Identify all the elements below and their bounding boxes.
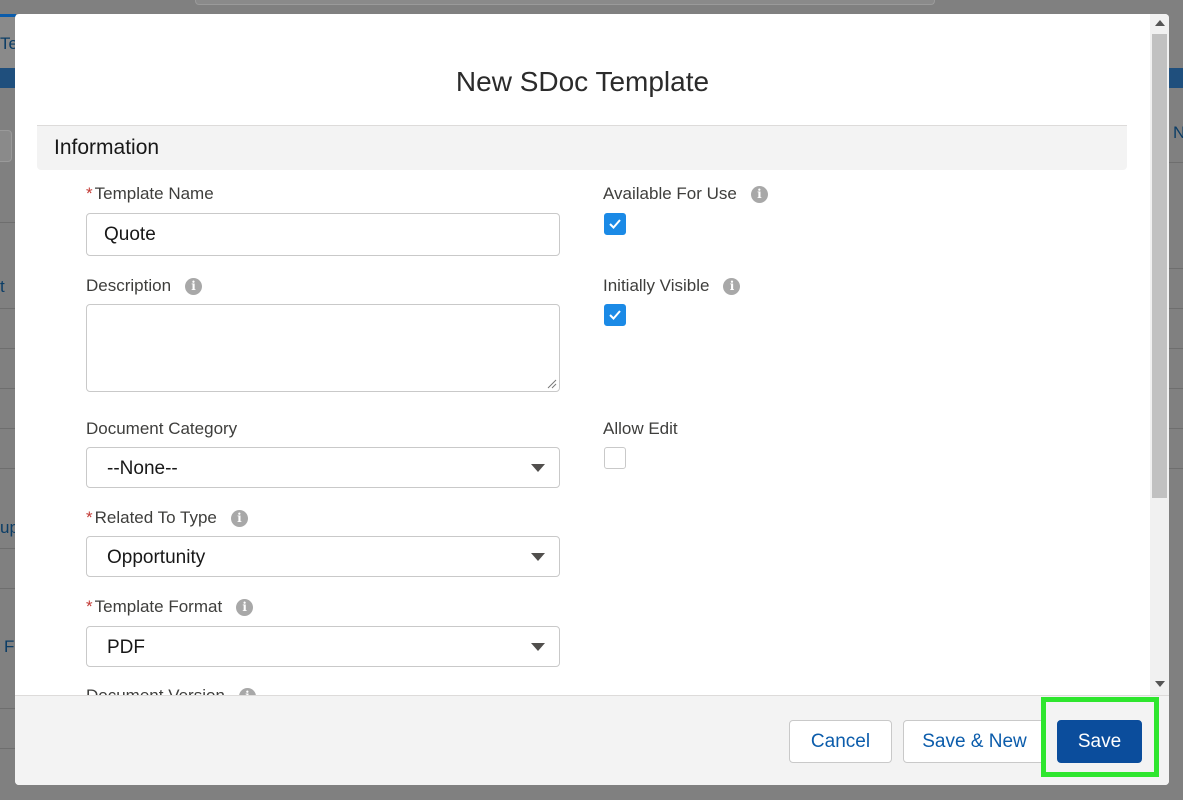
available-for-use-checkbox[interactable] [604,213,626,235]
cancel-button[interactable]: Cancel [789,720,892,763]
save-and-new-button[interactable]: Save & New [903,720,1046,763]
description-label-text: Description [86,276,172,295]
allow-edit-label: Allow Edit [603,419,678,439]
background-row-divider [1169,428,1183,429]
document-version-label: Document Version i [86,686,256,695]
info-icon[interactable]: i [230,510,248,527]
chevron-down-icon [531,464,545,472]
background-header-bar [0,68,16,88]
background-row-divider [0,708,16,709]
background-header-bar-right [1169,68,1183,88]
document-category-label: Document Category [86,419,237,439]
background-row-divider [0,222,16,223]
background-row-divider [1169,268,1183,269]
initially-visible-label: Initially Visible i [603,276,741,296]
template-format-select[interactable]: PDF [86,626,560,667]
scrollbar-thumb[interactable] [1152,34,1167,498]
required-marker: * [86,597,93,616]
required-marker: * [86,184,93,203]
background-row-divider [1169,162,1183,163]
background-row-divider [0,308,16,309]
available-for-use-label: Available For Use i [603,184,768,204]
document-version-label-text: Document Version [86,686,225,695]
allow-edit-label-text: Allow Edit [603,419,678,438]
check-icon [609,310,621,320]
info-icon[interactable]: i [185,278,203,295]
resize-grip-icon[interactable] [547,379,557,389]
modal-body[interactable]: New SDoc Template Information * Template … [15,14,1150,695]
chevron-down-icon [531,643,545,651]
initially-visible-label-text: Initially Visible [603,276,710,295]
related-to-type-select[interactable]: Opportunity [86,536,560,577]
new-sdoc-template-modal: New SDoc Template Information * Template … [15,14,1169,785]
background-row-divider [0,348,16,349]
related-to-type-label: * Related To Type i [86,508,248,528]
modal-title: New SDoc Template [455,66,710,97]
background-search-bar [195,0,935,5]
background-row-divider [0,588,16,589]
description-label: Description i [86,276,203,296]
background-row-divider [1169,348,1183,349]
background-row-divider [1169,468,1183,469]
template-name-input[interactable] [86,213,560,256]
background-link-fragment: t [0,277,5,296]
background-row-divider [0,748,16,749]
document-category-value: --None-- [107,458,178,479]
info-icon[interactable]: i [723,278,741,295]
scroll-up-icon[interactable] [1155,20,1165,26]
section-title: Information [54,136,160,159]
modal-scrollbar[interactable] [1150,14,1169,695]
chevron-down-icon [531,553,545,561]
template-format-value: PDF [107,637,145,658]
initially-visible-checkbox[interactable] [604,304,626,326]
background-control [0,130,12,162]
background-row-divider [0,428,16,429]
template-name-label: * Template Name [86,184,214,204]
template-name-label-text: Template Name [94,184,214,203]
template-format-label: * Template Format i [86,597,254,617]
section-header-information[interactable]: Information [37,125,1127,170]
background-row-divider [0,468,16,469]
available-for-use-label-text: Available For Use [603,184,737,203]
background-row-divider [0,548,16,549]
scroll-down-icon[interactable] [1155,681,1165,687]
background-row-divider [0,388,16,389]
info-icon[interactable]: i [750,186,768,203]
required-marker: * [86,508,93,527]
background-tab: Te [0,14,18,71]
background-row-divider [1169,388,1183,389]
allow-edit-checkbox[interactable] [604,447,626,469]
template-format-label-text: Template Format [94,597,223,616]
related-to-type-value: Opportunity [107,547,206,568]
save-button[interactable]: Save [1057,720,1142,763]
info-icon[interactable]: i [236,599,254,616]
document-category-label-text: Document Category [86,419,238,438]
background-row-divider [1169,308,1183,309]
description-textarea[interactable] [86,304,560,392]
document-category-select[interactable]: --None-- [86,447,560,488]
background-column-fragment: N [1173,123,1183,142]
modal-footer: Cancel Save & New Save [15,695,1169,785]
info-icon[interactable]: i [238,688,256,695]
related-to-type-label-text: Related To Type [94,508,217,527]
check-icon [609,219,621,229]
